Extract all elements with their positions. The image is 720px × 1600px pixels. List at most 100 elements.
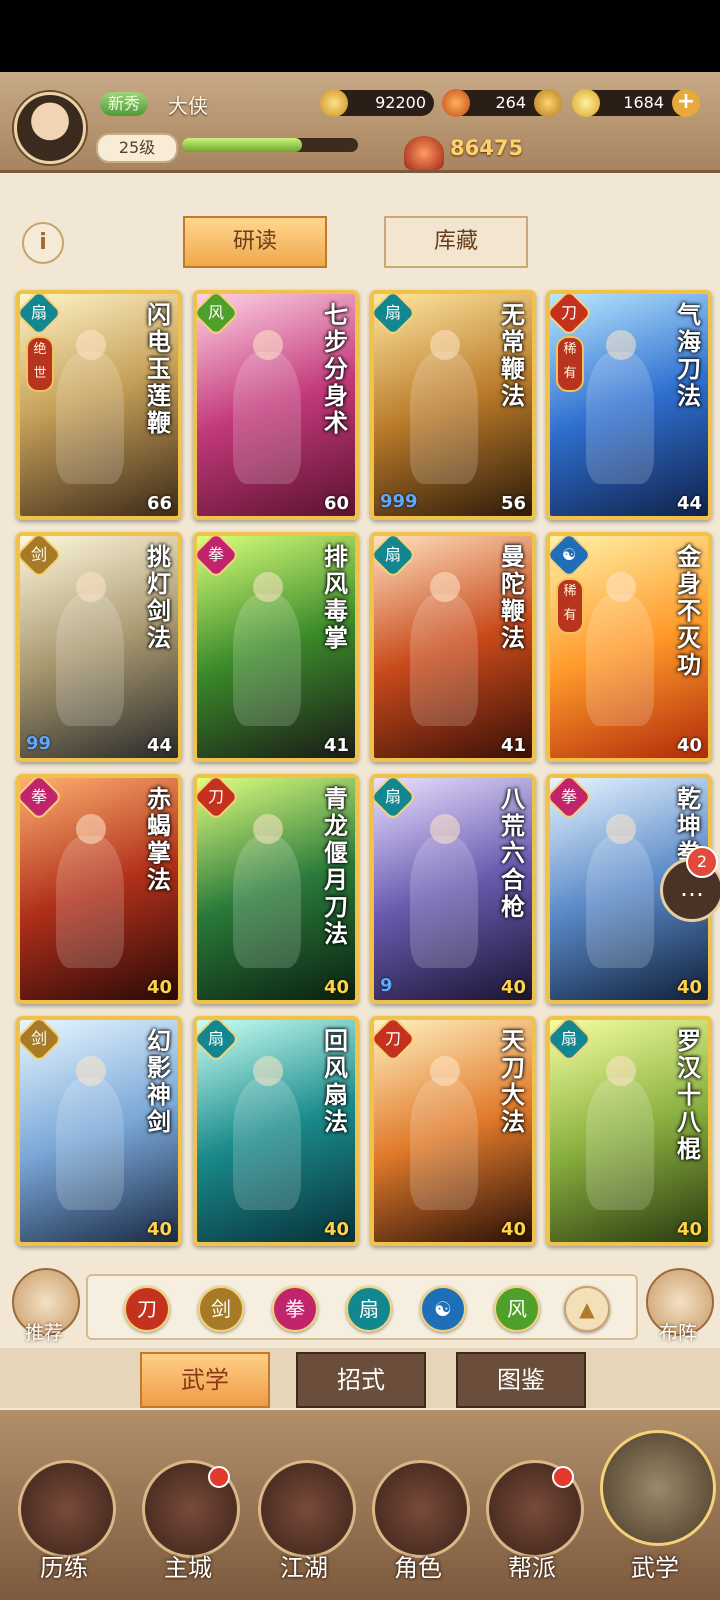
card-title: 罗汉十八棍 <box>677 1027 701 1163</box>
card-character-head <box>606 814 636 844</box>
card-character-figure <box>586 836 654 968</box>
card-level: 40 <box>676 977 702 998</box>
card-character-figure <box>233 836 301 968</box>
card-character-head <box>430 814 460 844</box>
card-character-head <box>430 572 460 602</box>
skill-card[interactable]: 扇绝 世 闪电玉莲鞭 66 <box>16 290 182 520</box>
water-drop-counter: 99 <box>26 733 52 754</box>
card-level: 40 <box>500 977 526 998</box>
card-title: 排风毒掌 <box>324 543 348 652</box>
fist-type-icon: 拳 <box>197 536 238 577</box>
fan-icon[interactable]: 扇 <box>346 1286 392 1332</box>
sword-icon[interactable]: 剑 <box>198 1286 244 1332</box>
skill-card[interactable]: 扇 曼陀鞭法 41 <box>370 532 536 762</box>
skill-card[interactable]: 刀 青龙偃月刀法 40 <box>193 774 359 1004</box>
add-gold-button[interactable]: + <box>672 89 700 117</box>
skill-card[interactable]: 刀稀 有 气海刀法 44 <box>546 290 712 520</box>
card-level: 60 <box>323 493 349 514</box>
card-title: 闪电玉莲鞭 <box>147 301 171 437</box>
player-header: 新秀 大侠 25级 92200 264 1684 + 86475 <box>0 72 720 173</box>
water-type-icon: 扇 <box>374 778 415 819</box>
rarity-badge: 绝 世 <box>26 336 54 392</box>
tab-study[interactable]: 研读 <box>183 216 327 268</box>
card-level: 44 <box>146 735 172 756</box>
card-level: 40 <box>323 977 349 998</box>
gems-value: 264 <box>495 93 526 112</box>
player-avatar[interactable] <box>14 92 86 164</box>
skill-card[interactable]: 拳 赤蝎掌法 40 <box>16 774 182 1004</box>
skill-card[interactable]: 扇 罗汉十八棍 40 <box>546 1016 712 1246</box>
card-character-figure <box>586 352 654 484</box>
coin-icon <box>320 89 348 117</box>
water-drop-counter: 999 <box>380 491 418 512</box>
coins-pill: 92200 <box>320 89 434 117</box>
card-level: 40 <box>500 1219 526 1240</box>
water-type-icon: 扇 <box>550 1020 591 1061</box>
rank-badge: 新秀 <box>100 92 149 116</box>
exp-bar <box>182 138 358 152</box>
combat-power: 86475 <box>450 136 524 160</box>
player-name: 大侠 <box>168 94 208 118</box>
card-character-figure <box>586 594 654 726</box>
skill-card[interactable]: 扇 回风扇法 40 <box>193 1016 359 1246</box>
gold-type-icon: 剑 <box>20 1020 61 1061</box>
card-character-figure <box>56 1078 124 1210</box>
card-character-figure <box>410 1078 478 1210</box>
fire-type-icon: 刀 <box>197 778 238 819</box>
formation-label: 布阵 <box>658 1322 697 1344</box>
card-character-head <box>253 1056 283 1086</box>
nav-label-martial-arts: 武学 <box>631 1554 679 1582</box>
card-level: 56 <box>500 493 526 514</box>
card-title: 回风扇法 <box>324 1027 348 1136</box>
skill-card[interactable]: 剑 挑灯剑法 99 44 <box>16 532 182 762</box>
fire-type-icon: 刀 <box>374 1020 415 1061</box>
skill-card[interactable]: 扇 无常鞭法 999 56 <box>370 290 536 520</box>
nav-jianghu[interactable] <box>258 1460 356 1558</box>
skill-card[interactable]: 剑 幻影神剑 40 <box>16 1016 182 1246</box>
subtab-martial-arts[interactable]: 武学 <box>140 1352 270 1408</box>
nav-training[interactable] <box>18 1460 116 1558</box>
water-type-icon: 扇 <box>20 294 61 335</box>
rarity-badge: 稀 有 <box>556 578 584 634</box>
card-character-head <box>606 572 636 602</box>
skill-card[interactable]: ☯ 稀 有 金身不灭功 40 <box>546 532 712 762</box>
subtab-codex[interactable]: 图鉴 <box>456 1352 586 1408</box>
taiji-icon[interactable]: ☯ <box>420 1286 466 1332</box>
info-button[interactable]: i <box>22 222 64 264</box>
wind-icon[interactable]: 风 <box>494 1286 540 1332</box>
nav-label-main-city: 主城 <box>164 1554 212 1582</box>
card-character-head <box>76 572 106 602</box>
crossed-swords-icon <box>261 1463 353 1555</box>
gold-type-icon: 剑 <box>20 536 61 577</box>
card-character-head <box>430 330 460 360</box>
fist-type-icon: 拳 <box>20 778 61 819</box>
blade-icon[interactable]: 刀 <box>124 1286 170 1332</box>
power-icon <box>404 136 444 170</box>
skill-card[interactable]: 扇 八荒六合枪 9 40 <box>370 774 536 1004</box>
fist-icon[interactable]: 拳 <box>272 1286 318 1332</box>
card-level: 40 <box>146 1219 172 1240</box>
nav-martial-arts[interactable] <box>600 1430 716 1546</box>
card-level: 41 <box>500 735 526 756</box>
subtab-moves[interactable]: 招式 <box>296 1352 426 1408</box>
gold-ingot-icon <box>572 89 600 117</box>
collapse-icon[interactable]: ▲ <box>564 1286 610 1332</box>
nav-character[interactable] <box>372 1460 470 1558</box>
card-title: 七步分身术 <box>324 301 348 437</box>
card-character-figure <box>56 836 124 968</box>
card-character-figure <box>410 352 478 484</box>
card-level: 40 <box>676 1219 702 1240</box>
card-character-head <box>430 1056 460 1086</box>
card-character-head <box>253 330 283 360</box>
card-level: 66 <box>146 493 172 514</box>
skill-card[interactable]: 风 七步分身术 60 <box>193 290 359 520</box>
skill-card[interactable]: 刀 天刀大法 40 <box>370 1016 536 1246</box>
main-city-alert-dot <box>208 1466 230 1488</box>
card-title: 青龙偃月刀法 <box>324 785 348 948</box>
card-title: 金身不灭功 <box>677 543 701 679</box>
wind-type-icon: 风 <box>197 294 238 335</box>
card-title: 曼陀鞭法 <box>501 543 525 652</box>
gem-chest-icon[interactable] <box>534 89 562 117</box>
tab-storage[interactable]: 库藏 <box>384 216 528 268</box>
skill-card[interactable]: 拳 排风毒掌 41 <box>193 532 359 762</box>
